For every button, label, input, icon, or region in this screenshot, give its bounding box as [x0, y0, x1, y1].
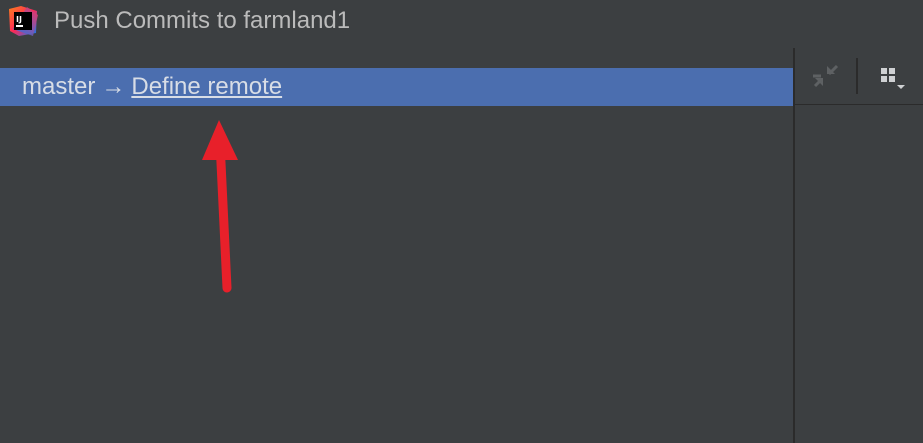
local-branch-label: master	[22, 73, 96, 100]
push-commits-dialog: IJ Push Commits to farmland1 master → Defi…	[0, 0, 923, 443]
intellij-idea-icon: IJ	[9, 6, 38, 36]
group-by-button[interactable]	[875, 58, 911, 94]
commits-tree-pane: master → Define remote	[0, 48, 793, 443]
svg-text:IJ: IJ	[16, 15, 22, 24]
branch-row[interactable]: master → Define remote	[0, 68, 793, 106]
right-arrow-icon: →	[101, 73, 126, 100]
toolbar-separator	[856, 58, 858, 94]
title-bar: IJ Push Commits to farmland1	[0, 0, 923, 44]
collapse-button[interactable]	[807, 58, 843, 94]
dialog-title: Push Commits to farmland1	[54, 7, 351, 34]
grid-options-icon	[881, 68, 905, 89]
collapse-arrows-icon	[813, 64, 839, 88]
define-remote-link[interactable]: Define remote	[131, 73, 282, 100]
details-toolbar	[795, 48, 923, 105]
details-pane	[795, 48, 923, 443]
branch-row-text: master → Define remote	[22, 73, 282, 101]
